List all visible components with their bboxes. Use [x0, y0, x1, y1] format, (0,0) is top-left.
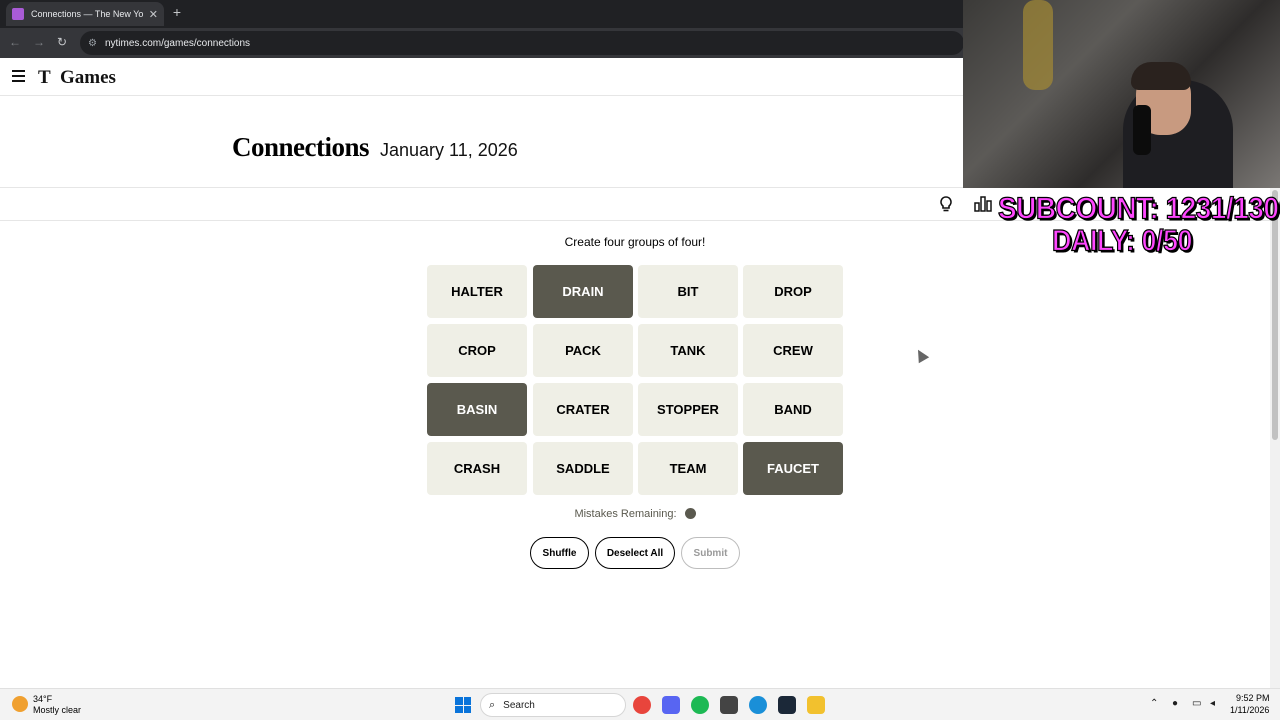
menu-icon[interactable]	[12, 70, 25, 82]
clock-date[interactable]: 1/11/2026	[1230, 705, 1269, 715]
subcount-overlay: SUBCOUNT: 1231/1300	[997, 190, 1280, 226]
mistakes-label: Mistakes Remaining:	[574, 508, 677, 520]
url-text: nytimes.com/games/connections	[104, 37, 251, 49]
tray-chevron-icon[interactable]: ⌃	[1150, 698, 1158, 709]
word-tile[interactable]: FAUCET	[743, 442, 843, 495]
word-tile[interactable]: BIT	[638, 265, 738, 318]
chrome-icon[interactable]	[633, 696, 651, 714]
network-icon[interactable]: ▭	[1192, 698, 1201, 709]
word-tile[interactable]: CRASH	[427, 442, 527, 495]
start-icon[interactable]	[455, 697, 471, 713]
word-tile[interactable]: SADDLE	[533, 442, 633, 495]
mistakes-remaining: Mistakes Remaining:	[0, 507, 1270, 520]
word-tile[interactable]: BASIN	[427, 383, 527, 436]
connections-favicon-icon	[12, 8, 24, 20]
word-tile[interactable]: TEAM	[638, 442, 738, 495]
taskbar-search[interactable]: ⌕ Search	[480, 693, 626, 717]
weather-temp[interactable]: 34°F	[33, 694, 52, 704]
nyt-logo-icon[interactable]: T	[38, 67, 51, 89]
back-icon[interactable]: ←	[8, 35, 22, 49]
browser-tab[interactable]: Connections — The New York Times ✕	[6, 2, 164, 26]
site-info-icon[interactable]: ⚙	[88, 38, 97, 49]
word-tile[interactable]: TANK	[638, 324, 738, 377]
word-tile[interactable]: DROP	[743, 265, 843, 318]
scrollbar-thumb[interactable]	[1272, 190, 1278, 440]
clock-time[interactable]: 9:52 PM	[1236, 693, 1270, 703]
webcam-person-hair	[1131, 62, 1191, 90]
mistake-dot	[684, 507, 696, 519]
webcam-overlay	[963, 0, 1280, 188]
word-tile[interactable]: BAND	[743, 383, 843, 436]
forward-icon[interactable]: →	[32, 35, 46, 49]
reload-icon[interactable]: ↻	[55, 35, 69, 49]
spotify-icon[interactable]	[691, 696, 709, 714]
steam-icon[interactable]	[778, 696, 796, 714]
edge-icon[interactable]	[749, 696, 767, 714]
url-field[interactable]: ⚙ nytimes.com/games/connections	[80, 31, 964, 55]
search-label: Search	[503, 699, 535, 711]
stats-icon[interactable]	[974, 195, 992, 213]
webcam-microphone	[1133, 105, 1151, 155]
word-tile[interactable]: HALTER	[427, 265, 527, 318]
games-logo[interactable]: Games	[60, 67, 116, 89]
webcam-lamp	[1023, 0, 1053, 90]
word-tile[interactable]: CREW	[743, 324, 843, 377]
new-tab-icon[interactable]: +	[170, 4, 184, 20]
search-icon: ⌕	[489, 698, 496, 711]
deselect-all-button[interactable]: Deselect All	[595, 537, 675, 569]
word-tile[interactable]: STOPPER	[638, 383, 738, 436]
page-title: Connections	[232, 132, 370, 162]
close-tab-icon[interactable]: ✕	[149, 8, 158, 21]
word-tile[interactable]: PACK	[533, 324, 633, 377]
weather-desc[interactable]: Mostly clear	[33, 705, 81, 715]
daily-overlay: DAILY: 0/50	[1051, 223, 1193, 257]
submit-button[interactable]: Submit	[681, 537, 740, 569]
word-tile[interactable]: CRATER	[533, 383, 633, 436]
tab-title: Connections — The New York Times	[31, 9, 143, 19]
word-tile[interactable]: CROP	[427, 324, 527, 377]
discord-icon[interactable]	[662, 696, 680, 714]
word-tile[interactable]: DRAIN	[533, 265, 633, 318]
game-date: January 11, 2026	[380, 140, 518, 160]
taskbar: 34°F Mostly clear ⌕ Search ⌃ ● ▭ ◂ 9:52 …	[0, 688, 1280, 720]
volume-icon[interactable]: ◂	[1210, 698, 1215, 709]
file-explorer-icon[interactable]	[807, 696, 825, 714]
hint-lightbulb-icon[interactable]	[937, 195, 955, 213]
weather-icon[interactable]	[12, 696, 28, 712]
microphone-icon[interactable]: ●	[1172, 698, 1178, 709]
obs-icon[interactable]	[720, 696, 738, 714]
shuffle-button[interactable]: Shuffle	[530, 537, 589, 569]
